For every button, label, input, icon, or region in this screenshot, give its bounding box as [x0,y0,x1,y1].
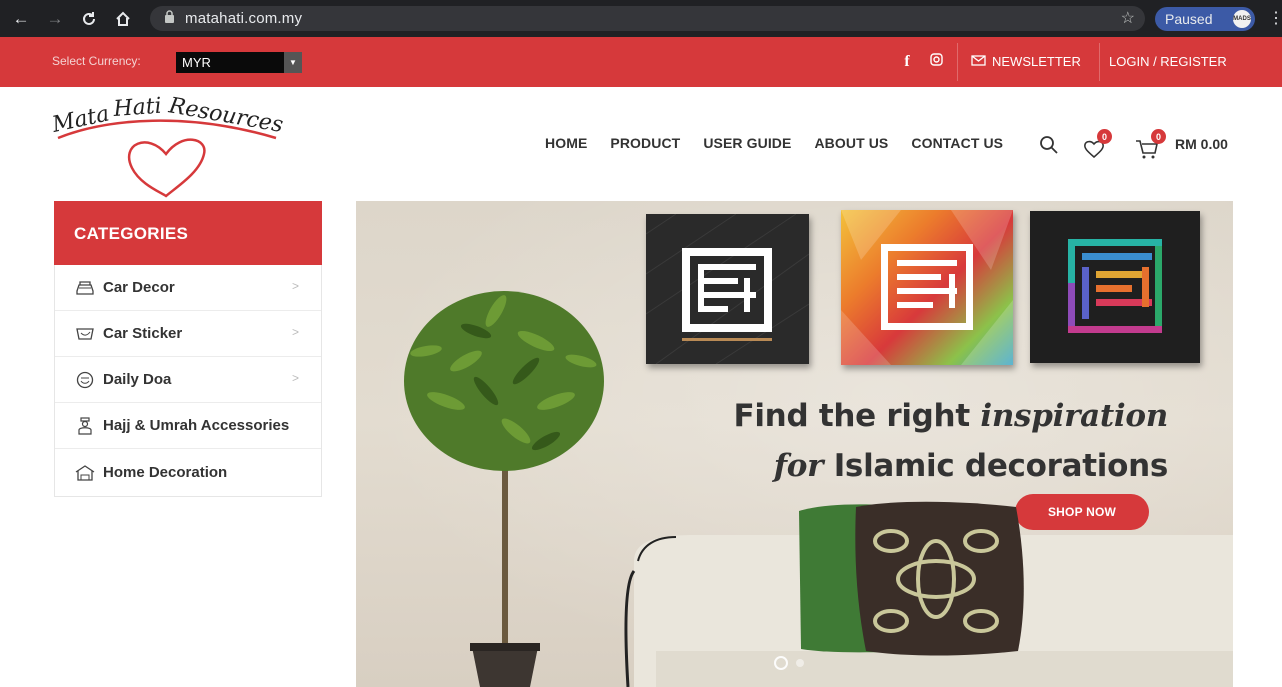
reload-icon[interactable] [77,7,101,31]
category-car-decor[interactable]: Car Decor > [55,265,321,311]
top-bar: Select Currency: MYR ▼ f NEWSLETTER LOGI… [0,37,1282,87]
currency-label: Select Currency: [52,54,141,68]
headline-line2-suffix: Islamic decorations [833,448,1169,484]
category-label: Car Decor [103,279,175,296]
svg-text:Hati: Hati [112,94,163,122]
currency-select[interactable]: MYR ▼ [176,52,302,73]
svg-text:Mata: Mata [49,101,112,138]
category-label: Home Decoration [103,464,228,481]
facebook-icon[interactable]: f [899,53,915,71]
newsletter-label: NEWSLETTER [992,54,1081,69]
svg-text:Resources: Resources [166,93,285,138]
chevron-down-icon: ▼ [284,52,302,73]
categories-list: Car Decor > Car Sticker > Daily Doa > Ha… [54,265,322,497]
bookmark-star-icon[interactable]: ☆ [1121,8,1135,28]
divider [957,43,958,81]
site-logo[interactable]: Mata Hati Resources [48,92,288,198]
category-hajj-umrah[interactable]: Hajj & Umrah Accessories [55,403,321,449]
sticker-icon [75,325,95,343]
nav-contact-us[interactable]: CONTACT US [911,135,1003,151]
login-register-link[interactable]: LOGIN / REGISTER [1109,54,1227,69]
currency-value: MYR [182,55,211,70]
search-icon[interactable] [1039,135,1059,160]
headline-line1-prefix: Find the right [733,398,970,434]
instagram-icon[interactable] [928,53,944,71]
artwork-frame-1 [645,213,810,365]
slide-dot-1[interactable] [774,656,788,670]
chevron-right-icon: > [291,371,299,385]
envelope-icon [971,54,986,69]
slide-dot-2[interactable] [796,659,804,667]
category-car-sticker[interactable]: Car Sticker > [55,311,321,357]
forward-icon[interactable]: → [43,7,67,31]
headline-line1-emph: inspiration [980,398,1168,434]
profile-status: Paused [1165,11,1213,27]
home-icon[interactable] [111,7,135,31]
url-text: matahati.com.my [185,10,303,27]
nav-home[interactable]: HOME [545,135,587,151]
browser-toolbar: ← → matahati.com.my ☆ Paused MADS ⋮ [0,0,1282,37]
pilgrim-icon [75,416,95,435]
banner-headline: Find the right inspiration for Islamic d… [672,391,1168,491]
main-nav: HOME PRODUCT USER GUIDE ABOUT US CONTACT… [545,135,1026,151]
cart-button[interactable]: 0 [1135,129,1169,161]
home-decor-icon [75,464,95,482]
decorative-tree [404,291,604,687]
profile-button[interactable]: Paused MADS [1155,7,1255,31]
back-icon[interactable]: ← [9,7,33,31]
cart-total[interactable]: RM 0.00 [1175,136,1228,152]
wishlist-button[interactable]: 0 [1083,129,1117,161]
category-label: Daily Doa [103,371,172,388]
newsletter-link[interactable]: NEWSLETTER [971,54,1081,69]
category-daily-doa[interactable]: Daily Doa > [55,357,321,403]
hero-banner[interactable]: Find the right inspiration for Islamic d… [356,201,1233,687]
address-bar[interactable]: matahati.com.my ☆ [150,6,1145,31]
chevron-right-icon: > [291,279,299,293]
lock-icon [164,10,175,27]
avatar: MADS [1233,10,1251,28]
wishlist-count-badge: 0 [1097,129,1112,144]
menu-kebab-icon[interactable]: ⋮ [1268,8,1282,28]
categories-title: CATEGORIES [54,201,322,265]
nav-user-guide[interactable]: USER GUIDE [703,135,791,151]
nav-product[interactable]: PRODUCT [610,135,680,151]
doa-icon [75,371,95,389]
decorative-sofa [624,501,1233,687]
category-label: Hajj & Umrah Accessories [103,417,290,434]
car-icon [75,279,95,297]
category-label: Car Sticker [103,325,183,342]
chevron-right-icon: > [291,325,299,339]
artwork-frame-3 [1030,211,1200,363]
slider-dots [774,656,804,670]
nav-about-us[interactable]: ABOUT US [814,135,888,151]
artwork-frame-2 [841,210,1013,365]
category-home-decoration[interactable]: Home Decoration [55,449,321,496]
cart-count-badge: 0 [1151,129,1166,144]
divider [1099,43,1100,81]
headline-line2-emph: for [773,448,824,484]
